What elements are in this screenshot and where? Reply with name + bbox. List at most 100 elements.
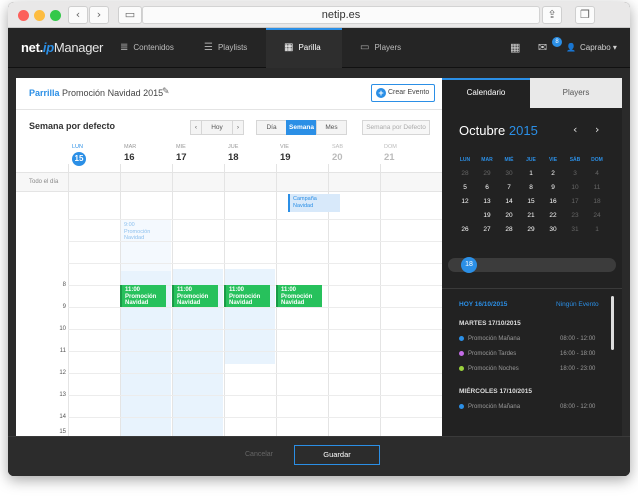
- tabs-icon[interactable]: ❐: [575, 6, 595, 24]
- day-cell[interactable]: 1: [520, 167, 542, 180]
- day-header-mon[interactable]: LUN 15: [68, 144, 120, 166]
- section-title: Semana por defecto: [29, 121, 116, 131]
- view-week-button[interactable]: Semana: [286, 120, 317, 135]
- day-cell[interactable]: 12: [454, 195, 476, 208]
- today-button[interactable]: Hoy: [201, 120, 233, 135]
- default-week-button[interactable]: Semana por Defecto: [362, 120, 430, 135]
- event-promocion-navidad[interactable]: 11:00 Promoción Navidad: [120, 285, 166, 307]
- agenda-item[interactable]: Promoción Tardes: [459, 351, 516, 357]
- minimize-window-button[interactable]: [34, 10, 45, 21]
- nav-item-playlists[interactable]: ☰ Playlists: [204, 28, 247, 68]
- agenda-day-title: MIÉRCOLES 17/10/2015: [459, 388, 532, 395]
- day-cell[interactable]: 15: [520, 195, 542, 208]
- agenda-item[interactable]: Promoción Mañana: [459, 336, 520, 342]
- day-cell[interactable]: 9: [542, 181, 564, 194]
- view-month-button[interactable]: Mes: [316, 120, 347, 135]
- event-promocion-navidad[interactable]: 11:00 Promoción Navidad: [224, 285, 270, 307]
- address-bar[interactable]: netip.es: [142, 6, 540, 24]
- day-cell[interactable]: 16: [542, 195, 564, 208]
- event-promocion-navidad[interactable]: 11:00 Promoción Navidad: [276, 285, 322, 307]
- scrollbar[interactable]: [611, 296, 614, 350]
- tab-calendario[interactable]: Calendario: [442, 78, 530, 108]
- day-cell[interactable]: 5: [454, 181, 476, 194]
- next-month-icon[interactable]: ›: [595, 123, 599, 136]
- day-cell[interactable]: 28: [498, 223, 520, 236]
- day-cell[interactable]: 11: [586, 181, 608, 194]
- hour-label: 12: [59, 370, 66, 376]
- day-cell[interactable]: 22: [542, 209, 564, 222]
- tab-players[interactable]: Players: [530, 78, 622, 108]
- selected-day[interactable]: 18: [461, 257, 477, 273]
- pencil-icon[interactable]: ✎: [162, 87, 170, 97]
- hour-line: [68, 263, 442, 264]
- week-row: 28 29 30 1 2 3 4: [454, 167, 612, 180]
- agenda-day-title: MARTES 17/10/2015: [459, 320, 521, 327]
- view-day-button[interactable]: Día: [256, 120, 287, 135]
- agenda-time: 08:00 - 12:00: [560, 404, 596, 410]
- day-header-thu[interactable]: JUE 18: [224, 144, 276, 163]
- hour-label: 11: [59, 348, 66, 354]
- day-header-fri[interactable]: VIE 19: [276, 144, 328, 163]
- day-cell[interactable]: 24: [586, 209, 608, 222]
- day-cell[interactable]: 7: [498, 181, 520, 194]
- day-header-sun[interactable]: DOM 21: [380, 144, 432, 163]
- apps-grid-icon[interactable]: ▦: [510, 28, 520, 68]
- save-button[interactable]: Guardar: [294, 445, 380, 465]
- next-week-button[interactable]: ›: [232, 120, 244, 135]
- agenda-time: 08:00 - 12:00: [560, 336, 596, 342]
- day-header-wed[interactable]: MIÉ 17: [172, 144, 224, 163]
- app-logo[interactable]: net.ipManager: [21, 40, 103, 55]
- calendar-sidebar: Calendario Players Octubre 2015 ‹ › 18 L…: [442, 78, 622, 436]
- event-campana-navidad[interactable]: Campaña Navidad: [288, 194, 340, 212]
- sidebar-toggle-icon[interactable]: ▭: [118, 6, 142, 24]
- browser-toolbar: ‹ › ▭ netip.es ⇪ ❐: [8, 2, 630, 28]
- day-cell[interactable]: 27: [476, 223, 498, 236]
- nav-item-parilla[interactable]: ▦ Parilla: [266, 28, 342, 68]
- agenda-item[interactable]: Promoción Mañana: [459, 404, 520, 410]
- day-cell[interactable]: 21: [520, 209, 542, 222]
- day-cell[interactable]: 4: [586, 167, 608, 180]
- hour-label: 10: [59, 326, 66, 332]
- nav-item-players[interactable]: ▭ Players: [360, 28, 401, 68]
- day-cell[interactable]: 29: [520, 223, 542, 236]
- day-cell[interactable]: 18: [586, 195, 608, 208]
- allday-row[interactable]: [16, 172, 442, 192]
- day-cell[interactable]: 1: [586, 223, 608, 236]
- day-header-tue[interactable]: MAR 16: [120, 144, 172, 163]
- day-cell[interactable]: 8: [520, 181, 542, 194]
- day-cell[interactable]: 28: [454, 167, 476, 180]
- day-cell[interactable]: 20: [498, 209, 520, 222]
- event-ghost[interactable]: 9:00 Promoción Navidad: [124, 222, 168, 242]
- day-cell[interactable]: 30: [542, 223, 564, 236]
- day-cell[interactable]: 2: [542, 167, 564, 180]
- back-icon[interactable]: ‹: [68, 6, 88, 24]
- day-header-sat[interactable]: SÁB 20: [328, 144, 380, 163]
- prev-month-icon[interactable]: ‹: [573, 123, 577, 136]
- day-cell[interactable]: 10: [564, 181, 586, 194]
- close-window-button[interactable]: [18, 10, 29, 21]
- zoom-window-button[interactable]: [50, 10, 61, 21]
- day-cell[interactable]: 19: [476, 209, 498, 222]
- agenda-item[interactable]: Promoción Noches: [459, 366, 519, 372]
- day-cell[interactable]: 17: [564, 195, 586, 208]
- user-menu[interactable]: Caprabo ▾: [580, 28, 617, 68]
- mail-icon[interactable]: ✉: [538, 28, 547, 68]
- forward-icon[interactable]: ›: [89, 6, 109, 24]
- create-event-button[interactable]: + Crear Evento: [371, 84, 435, 102]
- day-cell[interactable]: 29: [476, 167, 498, 180]
- day-cell[interactable]: 26: [454, 223, 476, 236]
- event-promocion-navidad[interactable]: 11:00 Promoción Navidad: [172, 285, 218, 307]
- day-cell[interactable]: 6: [476, 181, 498, 194]
- day-cell[interactable]: 13: [476, 195, 498, 208]
- day-cell[interactable]: 14: [498, 195, 520, 208]
- share-icon[interactable]: ⇪: [542, 6, 562, 24]
- hour-line: [68, 417, 442, 418]
- day-cell[interactable]: 23: [564, 209, 586, 222]
- day-cell[interactable]: 3: [564, 167, 586, 180]
- day-cell[interactable]: 30: [498, 167, 520, 180]
- nav-item-contenidos[interactable]: ≣ Contenidos: [120, 28, 174, 68]
- cancel-button[interactable]: Cancelar: [245, 451, 273, 458]
- hour-line: [68, 329, 442, 330]
- day-cell[interactable]: 31: [564, 223, 586, 236]
- schedule-panel: Parrilla Promoción Navidad 2015 ✎ + Crear…: [16, 78, 442, 436]
